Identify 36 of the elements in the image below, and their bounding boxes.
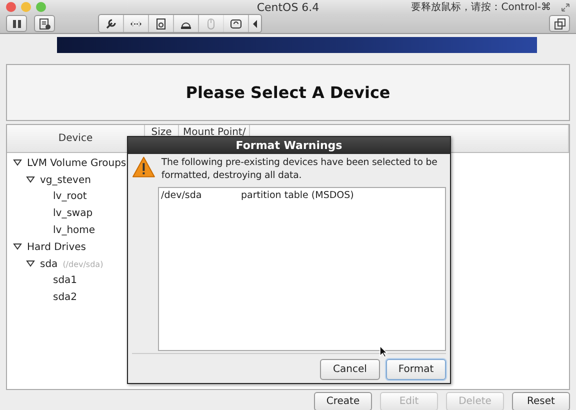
pause-icon (12, 18, 22, 28)
release-mouse-hint: 要释放鼠标，请按：Control-⌘ (411, 0, 551, 14)
expander-icon[interactable] (26, 260, 35, 268)
tree-item[interactable]: vg_steven (40, 174, 91, 186)
warning-icon (132, 156, 156, 178)
snapshot-button[interactable] (34, 15, 55, 32)
tree-item[interactable]: lv_swap (53, 208, 93, 220)
windows-icon (554, 18, 566, 30)
warning-message: The following pre-existing devices have been selected to be formatted, destroying all data. (161, 156, 438, 182)
expander-icon[interactable] (26, 176, 35, 184)
page-heading: Please Select A Device (186, 83, 390, 102)
expander-icon[interactable] (13, 243, 22, 252)
close-icon[interactable] (6, 2, 16, 12)
tree-item[interactable]: lv_home (53, 225, 96, 236)
expander-icon[interactable] (13, 159, 22, 168)
document-icon (38, 18, 50, 30)
tree-item[interactable]: lv_root (53, 191, 87, 202)
action-button[interactable]: Create (314, 392, 372, 410)
window-title: CentOS 6.4 (256, 0, 320, 14)
tree-item[interactable]: sda (40, 258, 58, 270)
tree-item[interactable]: Hard Drives (27, 242, 86, 253)
dialog-button[interactable]: Format (386, 359, 446, 380)
dialog-button[interactable]: Cancel (320, 359, 380, 380)
fullscreen-icon[interactable] (561, 2, 570, 12)
dialog-title: Format Warnings (128, 137, 450, 154)
list-cell: partition table (MSDOS) (241, 190, 354, 201)
tree-item[interactable]: sda2 (53, 292, 78, 304)
tree-item[interactable]: LVM Volume Groups (27, 158, 126, 169)
list-cell-text: /dev/sda (161, 190, 203, 201)
window-button[interactable] (549, 15, 570, 32)
device-path: (/dev/sda) (62, 260, 104, 269)
action-button[interactable]: Reset (512, 392, 570, 410)
pause-button[interactable] (6, 15, 27, 32)
tree-item[interactable]: sda1 (53, 275, 78, 286)
mouse-icon (205, 18, 217, 30)
wrench-icon (105, 18, 117, 30)
